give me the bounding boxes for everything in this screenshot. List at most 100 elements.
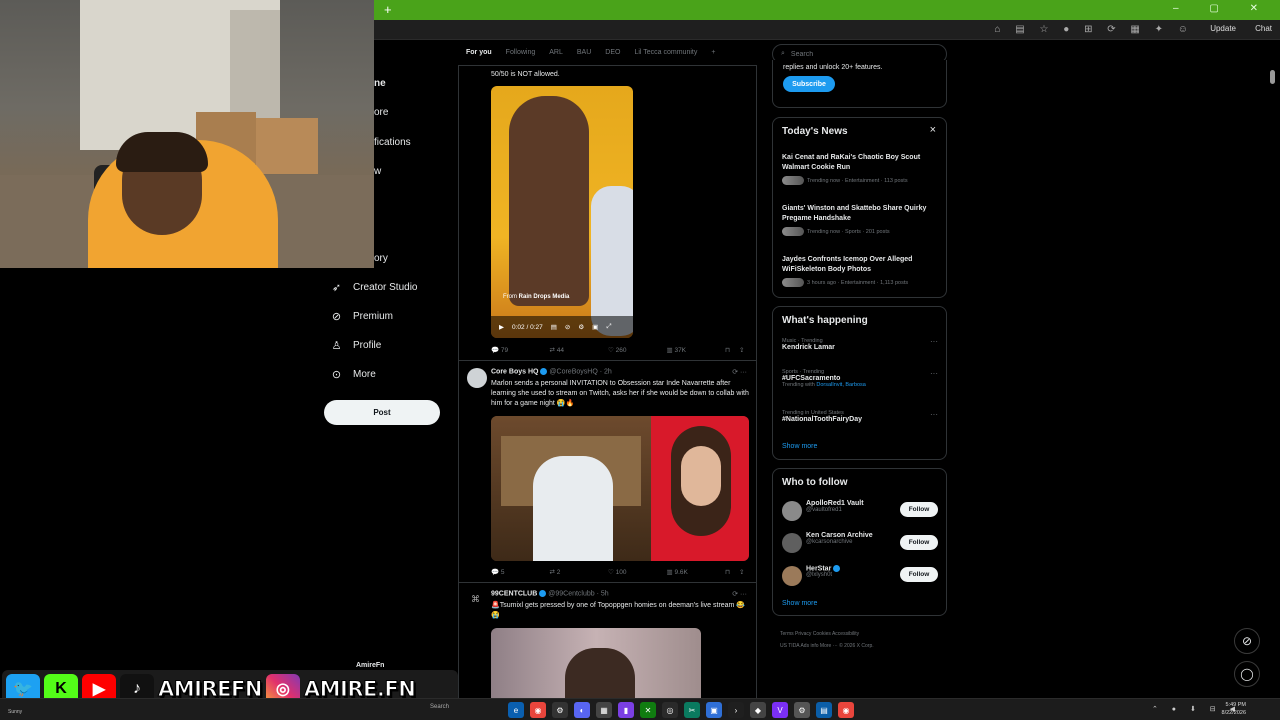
more-options-icon[interactable]: ⟳ ··· bbox=[732, 368, 747, 376]
trend-with-links[interactable]: DorsalInvit, Barbosa bbox=[816, 382, 866, 388]
window-controls[interactable]: – ▢ ✕ bbox=[1173, 3, 1272, 14]
news-item[interactable]: Giants' Winston and Skattebo Share Quirk… bbox=[782, 204, 937, 236]
tab-following[interactable]: Following bbox=[506, 49, 536, 56]
post-author-name[interactable]: 99CENTCLUB bbox=[491, 590, 537, 597]
trend-more-icon[interactable]: ··· bbox=[930, 369, 938, 378]
reply-button[interactable]: 💬 5 bbox=[491, 568, 550, 576]
pip-icon[interactable]: ▣ bbox=[592, 323, 598, 331]
account-name[interactable]: AmireFn bbox=[356, 662, 384, 669]
news-item[interactable]: Kai Cenat and RaKai's Chaotic Boy Scout … bbox=[782, 153, 937, 185]
subscribe-button[interactable]: Subscribe bbox=[783, 76, 835, 92]
nav-peek-explore[interactable]: ore bbox=[374, 107, 388, 118]
capcut-icon[interactable]: ✂ bbox=[684, 702, 700, 718]
edge-icon[interactable]: e bbox=[508, 702, 524, 718]
post-button[interactable]: Post bbox=[324, 400, 440, 425]
video-time: 0:02 / 0:27 bbox=[512, 323, 543, 331]
captions-icon[interactable]: ▤ bbox=[551, 323, 557, 331]
footer-links-2[interactable]: US TIDA Ads info More ··· © 2026 X Corp. bbox=[780, 640, 950, 652]
chat-button[interactable]: Chat bbox=[1255, 24, 1272, 33]
nav-creator-studio[interactable]: ➶ Creator Studio bbox=[330, 281, 418, 294]
chrome-icon[interactable]: ◉ bbox=[530, 702, 546, 718]
show-more-link[interactable]: Show more bbox=[782, 443, 817, 450]
explorer-icon[interactable]: ▤ bbox=[816, 702, 832, 718]
grok-icon[interactable]: ⊘ bbox=[1234, 628, 1260, 654]
reply-button[interactable]: 💬 79 bbox=[491, 346, 550, 354]
news-item[interactable]: Jaydes Confronts Icemop Over Alleged WiF… bbox=[782, 255, 937, 287]
more-options-icon[interactable]: ⟳ ··· bbox=[732, 590, 747, 598]
post-video[interactable]: From Rain Drops Media ▶ 0:02 / 0:27 ▤ ⊘ … bbox=[491, 86, 633, 338]
nav-profile[interactable]: ♙ Profile bbox=[330, 339, 382, 352]
terminal-icon[interactable]: › bbox=[728, 702, 744, 718]
gear-icon[interactable]: ⚙ bbox=[794, 702, 810, 718]
mute-icon[interactable]: ⊘ bbox=[565, 323, 570, 331]
obs-icon[interactable]: ◎ bbox=[662, 702, 678, 718]
like-button[interactable]: ♡ 260 bbox=[608, 346, 667, 354]
like-button[interactable]: ♡ 100 bbox=[608, 568, 667, 576]
play-icon[interactable]: ▶ bbox=[499, 323, 504, 331]
messages-icon[interactable]: ◯ bbox=[1234, 661, 1260, 687]
add-tab-button[interactable]: + bbox=[711, 49, 715, 56]
xbox-icon[interactable]: ✕ bbox=[640, 702, 656, 718]
avatar[interactable] bbox=[467, 368, 487, 388]
share-icon[interactable]: ⇪ bbox=[739, 346, 753, 354]
nav-premium[interactable]: ⊘ Premium bbox=[330, 310, 393, 323]
post-author-handle[interactable]: @CoreBoysHQ bbox=[549, 368, 597, 375]
nav-peek-home[interactable]: ne bbox=[374, 78, 386, 89]
post-author-name[interactable]: Core Boys HQ bbox=[491, 368, 538, 375]
taskbar-search[interactable]: Search bbox=[430, 704, 449, 710]
photos-icon[interactable]: ▣ bbox=[706, 702, 722, 718]
todays-news-card: Today's News × Kai Cenat and RaKai's Cha… bbox=[772, 117, 947, 298]
tab-arl[interactable]: ARL bbox=[549, 49, 563, 56]
post-header: 99CENTCLUB @99Centclubb · 5h ⟳ ··· bbox=[491, 590, 753, 598]
app-icon[interactable]: ◆ bbox=[750, 702, 766, 718]
post-author-handle[interactable]: @99Centclubb bbox=[548, 590, 594, 597]
views-button[interactable]: ▥ 37K bbox=[667, 346, 726, 354]
post-image[interactable] bbox=[491, 416, 749, 561]
tab-for-you[interactable]: For you bbox=[466, 49, 492, 56]
share-icon[interactable]: ⇪ bbox=[739, 568, 753, 576]
calculator-icon[interactable]: ▦ bbox=[596, 702, 612, 718]
tab-deo[interactable]: DEO bbox=[605, 49, 620, 56]
tab-bau[interactable]: BAU bbox=[577, 49, 591, 56]
tab-lil-tecca-community[interactable]: Lil Tecca community bbox=[634, 49, 697, 56]
nav-peek-history[interactable]: ory bbox=[374, 253, 388, 264]
repost-button[interactable]: ⇄ 44 bbox=[550, 346, 609, 354]
extension-icons[interactable]: ⌂ ▤ ☆ ● ⊞ ⟳ ▦ ✦ ☺ bbox=[994, 24, 1194, 35]
show-more-link[interactable]: Show more bbox=[782, 600, 817, 607]
twitch-icon[interactable]: ▮ bbox=[618, 702, 634, 718]
follow-button[interactable]: Follow bbox=[900, 567, 938, 582]
trend-item[interactable]: Sports · Trending #UFCSacramento Trendin… bbox=[782, 369, 942, 388]
trend-item[interactable]: Music · Trending Kendrick Lamar bbox=[782, 338, 942, 351]
nav-peek-notifications[interactable]: fications bbox=[374, 137, 411, 148]
chrome-icon[interactable]: ◉ bbox=[838, 702, 854, 718]
browser-toolbar: ⌂ ▤ ☆ ● ⊞ ⟳ ▦ ✦ ☺ Update Chat bbox=[374, 20, 1280, 40]
vpn-icon[interactable]: V bbox=[772, 702, 788, 718]
bookmark-icon[interactable]: ⊓ bbox=[725, 568, 739, 576]
follow-button[interactable]: Follow bbox=[900, 535, 938, 550]
trend-item[interactable]: Trending in United States #NationalTooth… bbox=[782, 410, 942, 423]
nav-more[interactable]: ⊙ More bbox=[330, 368, 376, 381]
bookmark-icon[interactable]: ⊓ bbox=[725, 346, 739, 354]
fullscreen-icon[interactable]: ⤢ bbox=[606, 323, 611, 331]
trend-more-icon[interactable]: ··· bbox=[930, 337, 938, 346]
discord-icon[interactable]: ◐ bbox=[574, 702, 590, 718]
settings-icon[interactable]: ⚙ bbox=[578, 323, 584, 331]
trend-name: #NationalToothFairyDay bbox=[782, 416, 862, 423]
weather-widget[interactable]: Sunny bbox=[8, 709, 22, 715]
update-button[interactable]: Update bbox=[1210, 24, 1236, 33]
footer-links-1[interactable]: Terms Privacy Cookies Accessibility bbox=[780, 628, 950, 640]
taskbar-clock[interactable]: 5:49 PM 8/22/2026 bbox=[1222, 701, 1246, 717]
page-scrollbar[interactable] bbox=[1270, 70, 1275, 84]
views-button[interactable]: ▥ 9.6K bbox=[667, 568, 726, 576]
settings-app-icon[interactable]: ⚙ bbox=[552, 702, 568, 718]
nav-peek-follow[interactable]: w bbox=[374, 166, 381, 177]
close-icon[interactable]: × bbox=[930, 124, 936, 136]
news-item-meta: Trending now · Entertainment · 113 posts bbox=[782, 176, 937, 185]
search-input[interactable] bbox=[790, 50, 931, 58]
avatar[interactable]: ⌘ bbox=[471, 594, 480, 605]
repost-button[interactable]: ⇄ 2 bbox=[550, 568, 609, 576]
trend-more-icon[interactable]: ··· bbox=[930, 410, 938, 419]
post-video[interactable] bbox=[491, 628, 701, 706]
follow-user-info: Ken Carson Archive @kcarsonarchive bbox=[806, 532, 873, 545]
follow-button[interactable]: Follow bbox=[900, 502, 938, 517]
